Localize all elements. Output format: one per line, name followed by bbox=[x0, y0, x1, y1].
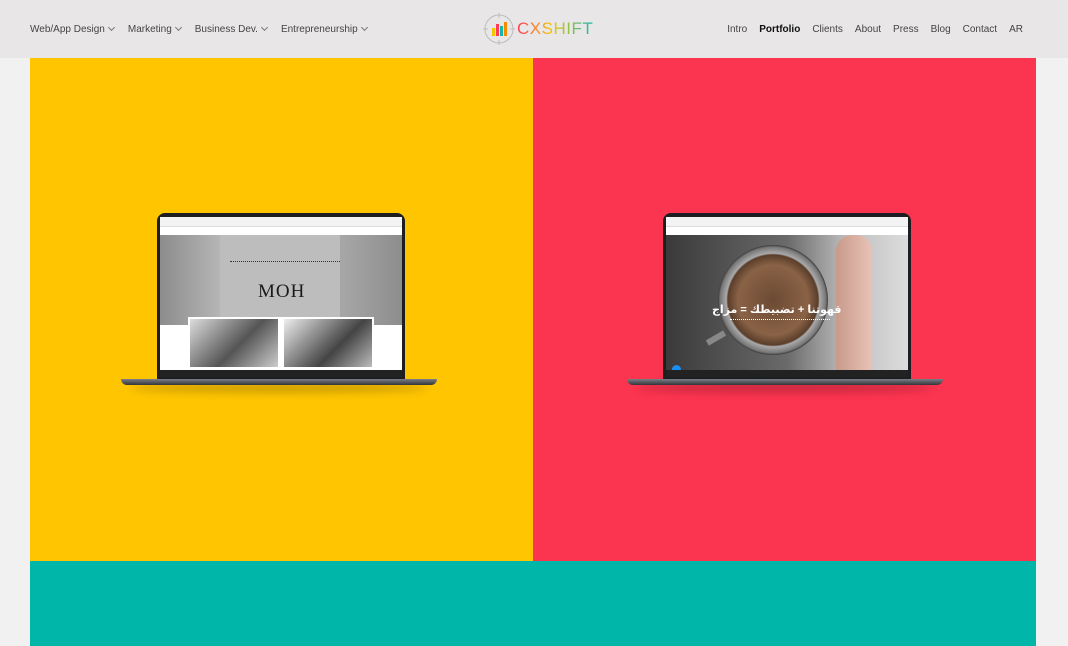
website-nav-preview bbox=[230, 261, 340, 264]
laptop-base bbox=[627, 379, 943, 385]
os-taskbar bbox=[666, 370, 908, 377]
photo-thumbnail bbox=[190, 319, 278, 367]
site-logo[interactable]: CXSHIFT bbox=[483, 13, 593, 45]
secondary-nav: Intro Portfolio Clients About Press Blog… bbox=[715, 0, 1023, 58]
hero-sign bbox=[220, 235, 340, 325]
nav-label: Marketing bbox=[127, 23, 172, 35]
nav-press[interactable]: Press bbox=[893, 24, 919, 35]
chevron-down-icon bbox=[174, 23, 182, 32]
moh-logo-text: MOH bbox=[258, 281, 306, 302]
portfolio-tile-teal[interactable] bbox=[30, 561, 1036, 646]
laptop-lid: قهوتنا + تضبيطك = مزاج bbox=[663, 213, 911, 381]
nav-contact[interactable]: Contact bbox=[963, 24, 997, 35]
portafilter-handle bbox=[705, 330, 727, 346]
os-taskbar bbox=[160, 370, 402, 377]
nav-blog[interactable]: Blog bbox=[931, 24, 951, 35]
nav-label: Web/App Design bbox=[30, 23, 105, 35]
nav-language-ar[interactable]: AR bbox=[1009, 24, 1023, 35]
laptop-mockup: MOH bbox=[121, 213, 437, 397]
website-hero-image bbox=[160, 235, 402, 325]
nav-label: Business Dev. bbox=[194, 23, 258, 35]
nav-marketing[interactable]: Marketing bbox=[127, 23, 182, 35]
nav-business-dev[interactable]: Business Dev. bbox=[194, 23, 268, 35]
website-hero-image: قهوتنا + تضبيطك = مزاج bbox=[666, 235, 908, 377]
chevron-down-icon bbox=[107, 23, 115, 32]
photo-thumbnail bbox=[284, 319, 372, 367]
laptop-base bbox=[121, 379, 437, 385]
logo-text: CXSHIFT bbox=[517, 19, 594, 38]
primary-nav: Web/App Design Marketing Business Dev. E… bbox=[30, 0, 381, 58]
logo-chart-icon bbox=[483, 13, 515, 45]
nav-label: Entrepreneurship bbox=[280, 23, 358, 35]
nav-entrepreneurship[interactable]: Entrepreneurship bbox=[280, 23, 368, 35]
chevron-down-icon bbox=[260, 23, 268, 32]
chevron-down-icon bbox=[360, 23, 368, 32]
site-header: Web/App Design Marketing Business Dev. E… bbox=[0, 0, 1068, 58]
laptop-screen: MOH bbox=[160, 217, 402, 377]
nav-web-app-design[interactable]: Web/App Design bbox=[30, 23, 115, 35]
hero-headline: قهوتنا + تضبيطك = مزاج bbox=[712, 304, 842, 316]
browser-tab-bar bbox=[160, 217, 402, 227]
laptop-lid: MOH bbox=[157, 213, 405, 381]
browser-tab-bar bbox=[666, 217, 908, 227]
portfolio-tile-moh[interactable]: MOH bbox=[30, 58, 533, 561]
laptop-screen: قهوتنا + تضبيطك = مزاج bbox=[666, 217, 908, 377]
nav-intro[interactable]: Intro bbox=[727, 24, 747, 35]
website-photo-strip bbox=[188, 317, 374, 369]
nav-portfolio[interactable]: Portfolio bbox=[759, 24, 800, 35]
laptop-mockup: قهوتنا + تضبيطك = مزاج bbox=[627, 213, 943, 397]
nav-clients[interactable]: Clients bbox=[812, 24, 843, 35]
portfolio-tile-coffee[interactable]: قهوتنا + تضبيطك = مزاج bbox=[533, 58, 1036, 561]
hero-subtext bbox=[730, 319, 830, 323]
nav-about[interactable]: About bbox=[855, 24, 881, 35]
coffee-portafilter bbox=[718, 245, 828, 355]
